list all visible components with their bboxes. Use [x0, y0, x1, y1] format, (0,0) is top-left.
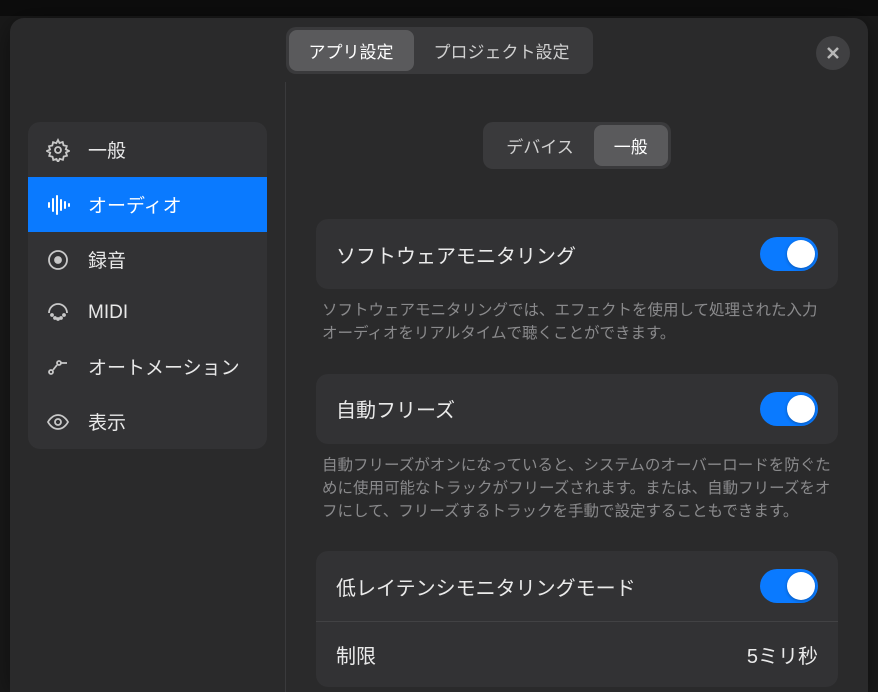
settings-modal: アプリ設定 プロジェクト設定 一般 オーディオ [10, 18, 868, 692]
sidebar-list: 一般 オーディオ 録音 [28, 122, 267, 449]
setting-card-auto-freeze: 自動フリーズ [316, 374, 838, 444]
software-monitoring-label: ソフトウェアモニタリング [336, 240, 576, 269]
close-icon [825, 45, 841, 61]
sidebar-item-label: オーディオ [88, 191, 182, 218]
sidebar-item-label: 表示 [88, 408, 126, 435]
limit-label: 制限 [336, 640, 376, 669]
auto-freeze-label: 自動フリーズ [336, 394, 455, 423]
modal-body: 一般 オーディオ 録音 [10, 82, 868, 692]
sidebar-item-audio[interactable]: オーディオ [28, 177, 267, 232]
sidebar-item-automation[interactable]: オートメーション [28, 339, 267, 394]
modal-header: アプリ設定 プロジェクト設定 [10, 18, 868, 82]
sidebar-item-label: 一般 [88, 136, 126, 163]
limit-value[interactable]: 5ミリ秒 [747, 640, 818, 669]
software-monitoring-toggle[interactable] [760, 237, 818, 271]
subtab-general[interactable]: 一般 [594, 125, 668, 166]
close-button[interactable] [816, 36, 850, 70]
sidebar-item-label: オートメーション [88, 353, 240, 380]
subtab-device[interactable]: デバイス [486, 125, 594, 166]
sidebar-item-general[interactable]: 一般 [28, 122, 267, 177]
sidebar-item-label: 録音 [88, 246, 126, 273]
tab-project-settings[interactable]: プロジェクト設定 [414, 30, 590, 71]
sidebar-item-label: MIDI [88, 302, 128, 324]
software-monitoring-desc: ソフトウェアモニタリングでは、エフェクトを使用して処理された入力オーディオをリア… [316, 299, 838, 374]
content-area: デバイス 一般 ソフトウェアモニタリング ソフトウェアモニタリングでは、エフェク… [286, 82, 868, 692]
sidebar-item-midi[interactable]: MIDI [28, 287, 267, 339]
waveform-icon [46, 193, 70, 217]
low-latency-toggle[interactable] [760, 569, 818, 603]
setting-card-software-monitoring: ソフトウェアモニタリング [316, 219, 838, 289]
sidebar: 一般 オーディオ 録音 [10, 82, 286, 692]
eye-icon [46, 410, 70, 434]
auto-freeze-desc: 自動フリーズがオンになっていると、システムのオーバーロードを防ぐために使用可能な… [316, 454, 838, 552]
low-latency-label: 低レイテンシモニタリングモード [336, 572, 636, 601]
setting-card-low-latency: 低レイテンシモニタリングモード 制限 5ミリ秒 [316, 551, 838, 687]
automation-icon [46, 355, 70, 379]
sidebar-item-view[interactable]: 表示 [28, 394, 267, 449]
sidebar-item-record[interactable]: 録音 [28, 232, 267, 287]
record-icon [46, 248, 70, 272]
auto-freeze-toggle[interactable] [760, 392, 818, 426]
sub-seg-control: デバイス 一般 [483, 122, 671, 169]
midi-icon [46, 301, 70, 325]
gear-icon [46, 138, 70, 162]
tab-app-settings[interactable]: アプリ設定 [289, 30, 414, 71]
header-seg-control: アプリ設定 プロジェクト設定 [286, 27, 593, 74]
